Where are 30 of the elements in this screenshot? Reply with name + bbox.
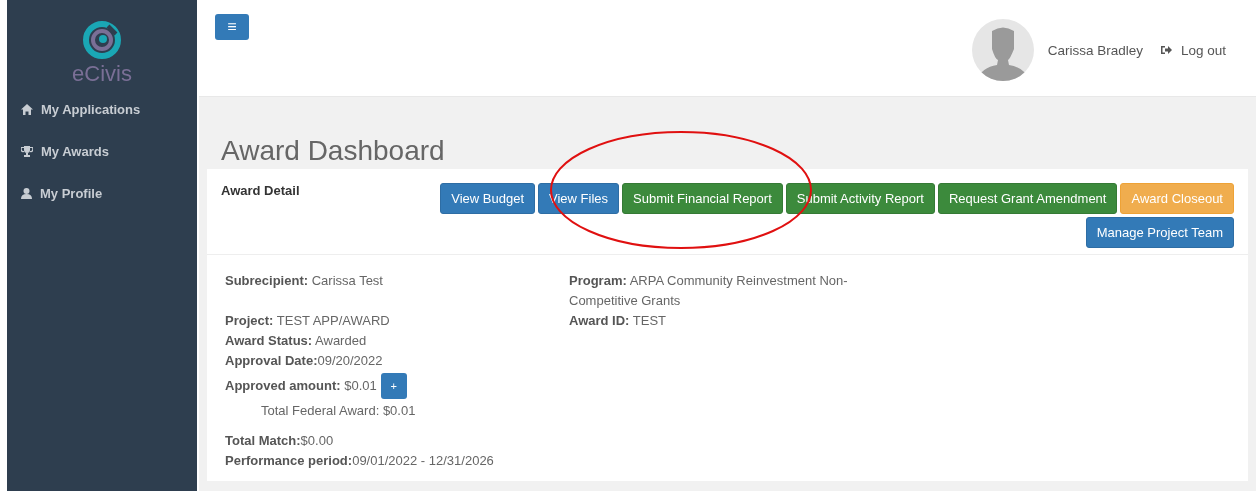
logo-icon bbox=[82, 20, 122, 60]
detail-text: Total Match:$0.00 bbox=[225, 433, 334, 448]
action-button[interactable]: View Budget bbox=[440, 183, 535, 214]
user-name: Carissa Bradley bbox=[1047, 42, 1143, 58]
detail-text: Approved amount: $0.01 bbox=[225, 377, 377, 395]
detail-text: Program: ARPA Community Reinvestment Non-Competitive Grants bbox=[569, 273, 848, 308]
home-icon bbox=[21, 103, 33, 115]
action-button[interactable]: Manage Project Team bbox=[1085, 217, 1234, 248]
page-title: Award Dashboard bbox=[221, 134, 446, 168]
detail-text: Total Federal Award: $0.01 bbox=[261, 403, 416, 418]
sidebar-item[interactable]: My Awards bbox=[7, 130, 197, 172]
action-button[interactable]: Submit Financial Report bbox=[622, 183, 783, 214]
trophy-icon bbox=[21, 145, 33, 157]
detail-text: Project: TEST APP/AWARD bbox=[225, 313, 390, 328]
detail-text: Approval Date:09/20/2022 bbox=[225, 353, 383, 368]
detail-text: Award ID: TEST bbox=[569, 313, 667, 328]
expand-button[interactable]: + bbox=[380, 373, 407, 399]
logout-icon bbox=[1160, 45, 1172, 55]
detail-text: Subrecipient: Carissa Test bbox=[225, 273, 383, 288]
panel-title: Award Detail bbox=[221, 183, 300, 200]
detail-text: Performance period:09/01/2022 - 12/31/2026 bbox=[225, 453, 494, 468]
detail-text: Award Status: Awarded bbox=[225, 333, 367, 348]
logo-text: eCivis bbox=[72, 62, 132, 86]
avatar bbox=[971, 19, 1034, 81]
logout-link[interactable]: Log out bbox=[1160, 42, 1226, 58]
action-button[interactable]: Request Grant Amendment bbox=[937, 183, 1118, 214]
menu-button[interactable]: ≡ bbox=[215, 14, 249, 40]
user-icon bbox=[21, 187, 32, 199]
sidebar-item[interactable]: My Applications bbox=[7, 88, 197, 130]
sidebar-item[interactable]: My Profile bbox=[7, 172, 197, 214]
